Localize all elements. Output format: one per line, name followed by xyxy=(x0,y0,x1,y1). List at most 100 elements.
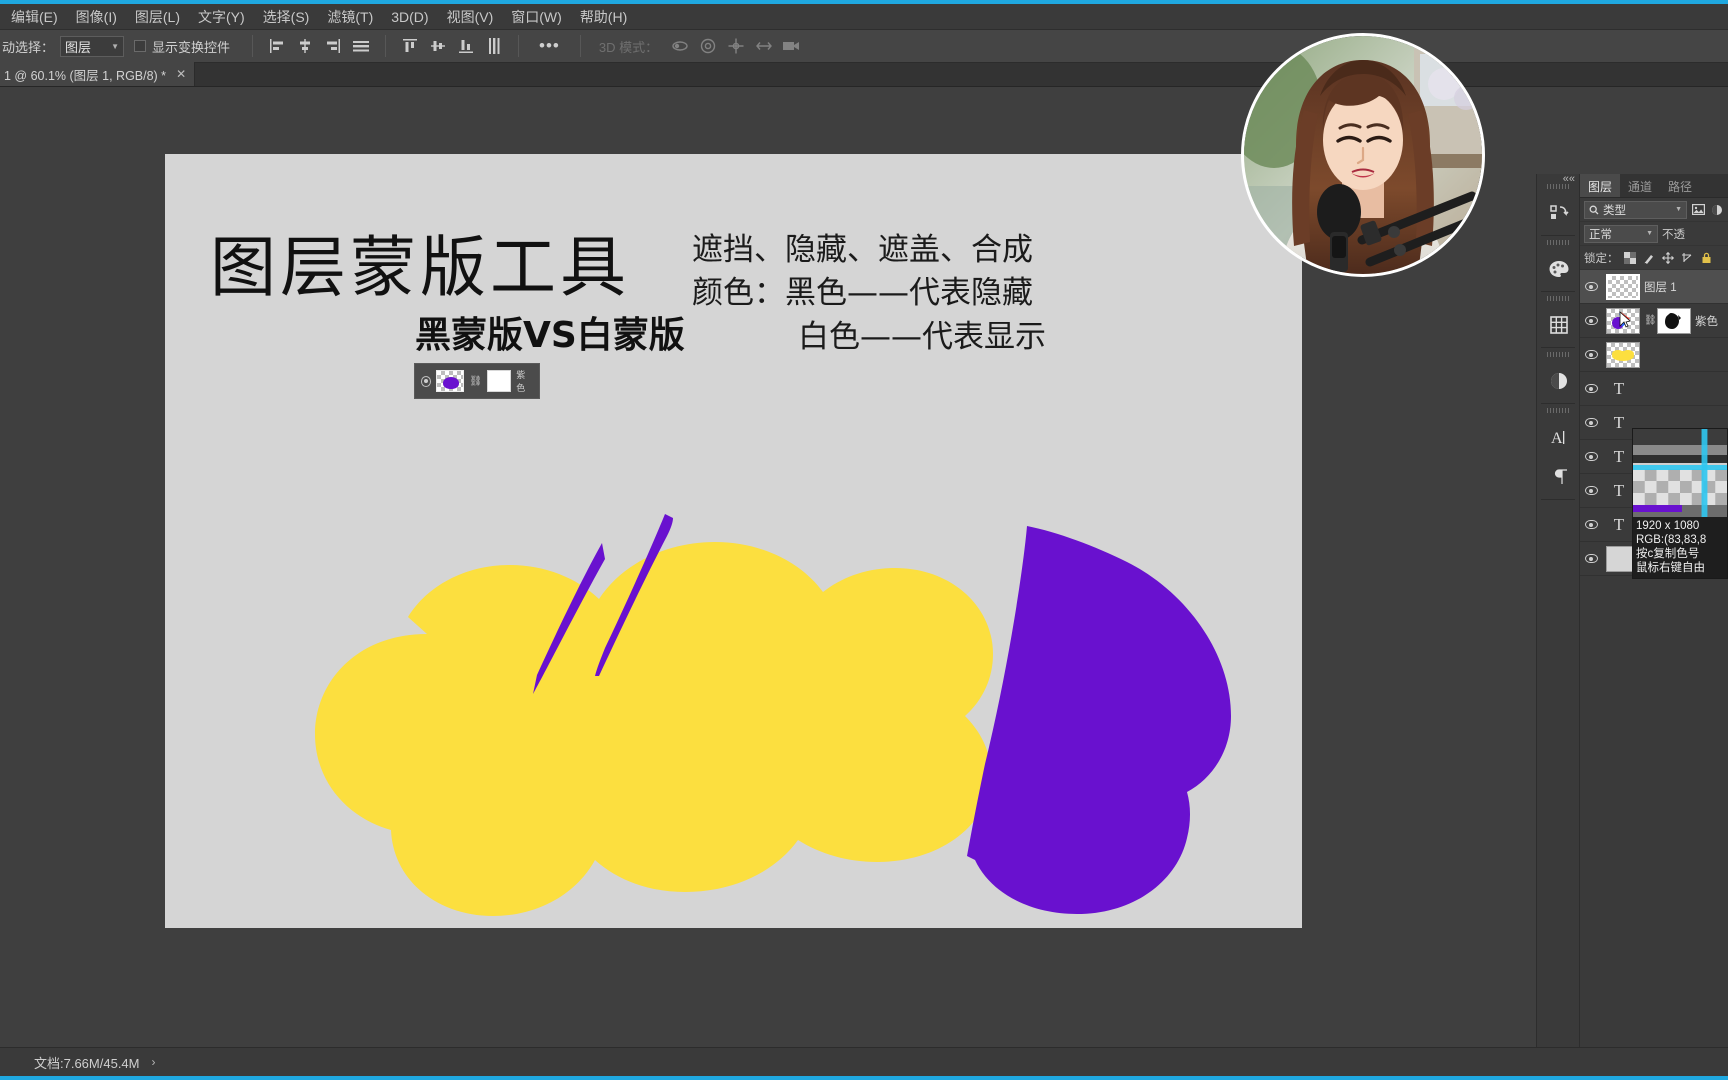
layer-row-2[interactable] xyxy=(1580,338,1728,372)
tab-channels[interactable]: 通道 xyxy=(1620,174,1660,197)
close-icon[interactable]: ✕ xyxy=(176,67,186,81)
menu-item-edit[interactable]: 编辑(E) xyxy=(2,4,67,30)
layer-mask-thumbnail[interactable] xyxy=(1657,307,1691,334)
adjustments-grid-icon[interactable] xyxy=(1537,305,1581,345)
align-bottom-icon[interactable] xyxy=(453,34,479,58)
streamer-webcam-overlay xyxy=(1241,33,1485,277)
layer-filter-type-icons xyxy=(1691,202,1724,217)
align-top-icon[interactable] xyxy=(397,34,423,58)
align-middle-vertical-icon[interactable] xyxy=(425,34,451,58)
panel-grip[interactable] xyxy=(1547,350,1569,359)
layer-filter-dropdown[interactable]: 类型 ▼ xyxy=(1584,200,1687,219)
svg-text:A: A xyxy=(1551,430,1563,447)
layer-name[interactable]: 图层 1 xyxy=(1644,279,1677,295)
canvas-desc-line-3: 白色——代表显示 xyxy=(798,318,1046,355)
auto-select-scope-dropdown[interactable]: 图层 ▼ xyxy=(60,35,125,57)
layer-visibility-toggle[interactable] xyxy=(1580,452,1602,461)
show-transform-controls-checkbox[interactable]: 显示变换控件 xyxy=(134,37,230,56)
menu-item-image[interactable]: 图像(I) xyxy=(67,4,126,30)
link-icon[interactable]: ⛓ xyxy=(1644,315,1657,326)
more-options-button[interactable]: ••• xyxy=(529,36,570,56)
layer-row-0[interactable]: 图层 1 xyxy=(1580,270,1728,304)
layer-visibility-toggle[interactable] xyxy=(1580,316,1602,325)
layer-name[interactable]: 紫色 xyxy=(1695,313,1718,329)
layer-visibility-toggle[interactable] xyxy=(1580,486,1602,495)
roll-3d-icon[interactable] xyxy=(694,34,722,58)
menu-item-view[interactable]: 视图(V) xyxy=(438,4,503,30)
canvas-document[interactable]: 图层蒙版工具 黑蒙版VS白蒙版 遮挡、隐藏、遮盖、合成 颜色：黑色——代表隐藏 … xyxy=(165,154,1302,928)
align-left-icon[interactable] xyxy=(264,34,290,58)
checkbox-icon xyxy=(134,40,147,52)
layer-visibility-toggle[interactable] xyxy=(1580,282,1602,291)
align-right-icon[interactable] xyxy=(320,34,346,58)
menu-item-layer[interactable]: 图层(L) xyxy=(126,4,189,30)
layer-row-3[interactable]: T xyxy=(1580,372,1728,406)
layer-thumbnail[interactable] xyxy=(1606,273,1640,300)
layer-row-1[interactable]: ⛓ 紫色 xyxy=(1580,304,1728,338)
menu-item-select[interactable]: 选择(S) xyxy=(254,4,319,30)
menu-item-help[interactable]: 帮助(H) xyxy=(571,4,636,30)
webcam-video-frame xyxy=(1244,36,1482,274)
pixel-filter-icon[interactable] xyxy=(1691,202,1706,217)
lock-position-icon[interactable] xyxy=(1661,250,1676,265)
lock-transparent-pixels-icon[interactable] xyxy=(1623,250,1638,265)
distribute-vertical-icon[interactable] xyxy=(481,34,507,58)
history-icon[interactable] xyxy=(1537,193,1581,233)
adjustment-filter-icon[interactable] xyxy=(1709,202,1724,217)
panel-grip[interactable] xyxy=(1547,406,1569,415)
document-tab[interactable]: 1 @ 60.1% (图层 1, RGB/8) * ✕ xyxy=(0,62,196,86)
blend-mode-dropdown[interactable]: 正常 ▼ xyxy=(1584,224,1658,243)
layer-list[interactable]: 图层 1 ⛓ 紫色 T T T T T 1920 x 1080 RGB:(83,… xyxy=(1580,270,1728,1080)
text-layer-icon: T xyxy=(1613,480,1625,500)
layer-visibility-toggle[interactable] xyxy=(1580,520,1602,529)
layer-visibility-toggle[interactable] xyxy=(1580,384,1602,393)
tooltip-line-3: 按c复制色号 xyxy=(1636,548,1700,561)
layer-visibility-toggle[interactable] xyxy=(1580,418,1602,427)
pan-3d-icon[interactable] xyxy=(722,34,750,58)
canvas-title-text: 图层蒙版工具 xyxy=(210,229,630,306)
slide-3d-icon[interactable] xyxy=(750,34,778,58)
character-type-icon[interactable]: A xyxy=(1537,417,1581,457)
pasted-layer-row-screenshot: ⛓ 紫色 xyxy=(414,363,540,399)
orbit-3d-icon[interactable] xyxy=(666,34,694,58)
lock-all-icon[interactable] xyxy=(1699,250,1714,265)
layers-panel-tabs: 图层 通道 路径 xyxy=(1580,174,1728,198)
show-transform-controls-label: 显示变换控件 xyxy=(152,39,231,55)
lock-image-pixels-icon[interactable] xyxy=(1642,250,1657,265)
color-swatches-icon[interactable] xyxy=(1537,249,1581,289)
purple-layer-thumb xyxy=(436,370,465,392)
opacity-label[interactable]: 不透 xyxy=(1662,226,1685,242)
divider xyxy=(385,35,387,57)
status-expand-icon[interactable]: › xyxy=(152,1055,156,1069)
menu-item-window[interactable]: 窗口(W) xyxy=(502,4,571,30)
divider xyxy=(1541,499,1575,500)
collapse-panels-icon[interactable]: «« xyxy=(1563,173,1575,185)
divider xyxy=(1541,235,1575,236)
canvas-desc-line-1: 遮挡、隐藏、遮盖、合成 xyxy=(692,232,1033,268)
align-center-horizontal-icon[interactable] xyxy=(292,34,318,58)
layer-thumbnail[interactable] xyxy=(1606,307,1640,334)
layer-thumbnail[interactable] xyxy=(1606,341,1640,368)
document-tab-title: 1 @ 60.1% (图层 1, RGB/8) * xyxy=(4,68,167,83)
link-icon: ⛓ xyxy=(469,375,483,387)
tab-layers[interactable]: 图层 xyxy=(1580,174,1621,197)
chevron-down-icon: ▼ xyxy=(111,41,120,51)
lock-row: 锁定： xyxy=(1580,246,1728,270)
auto-select-label: 动选择： xyxy=(2,39,55,55)
menu-bar: 编辑(E) 图像(I) 图层(L) 文字(Y) 选择(S) 滤镜(T) 3D(D… xyxy=(0,4,1728,30)
lock-artboard-icon[interactable] xyxy=(1680,250,1695,265)
tooltip-preview-image xyxy=(1633,429,1727,517)
layer-visibility-toggle[interactable] xyxy=(1580,350,1602,359)
adjustment-half-circle-icon[interactable] xyxy=(1537,361,1581,401)
panel-grip[interactable] xyxy=(1547,238,1569,247)
tab-paths[interactable]: 路径 xyxy=(1660,174,1700,197)
paragraph-icon[interactable] xyxy=(1537,457,1581,497)
menu-item-filter[interactable]: 滤镜(T) xyxy=(318,4,382,30)
camera-3d-icon[interactable] xyxy=(778,34,806,58)
distribute-horizontal-icon[interactable] xyxy=(348,34,374,58)
layer-visibility-toggle[interactable] xyxy=(1580,554,1602,563)
menu-item-type[interactable]: 文字(Y) xyxy=(189,4,254,30)
eye-icon xyxy=(1584,452,1598,461)
panel-grip[interactable] xyxy=(1547,294,1569,303)
menu-item-3d[interactable]: 3D(D) xyxy=(382,6,437,28)
